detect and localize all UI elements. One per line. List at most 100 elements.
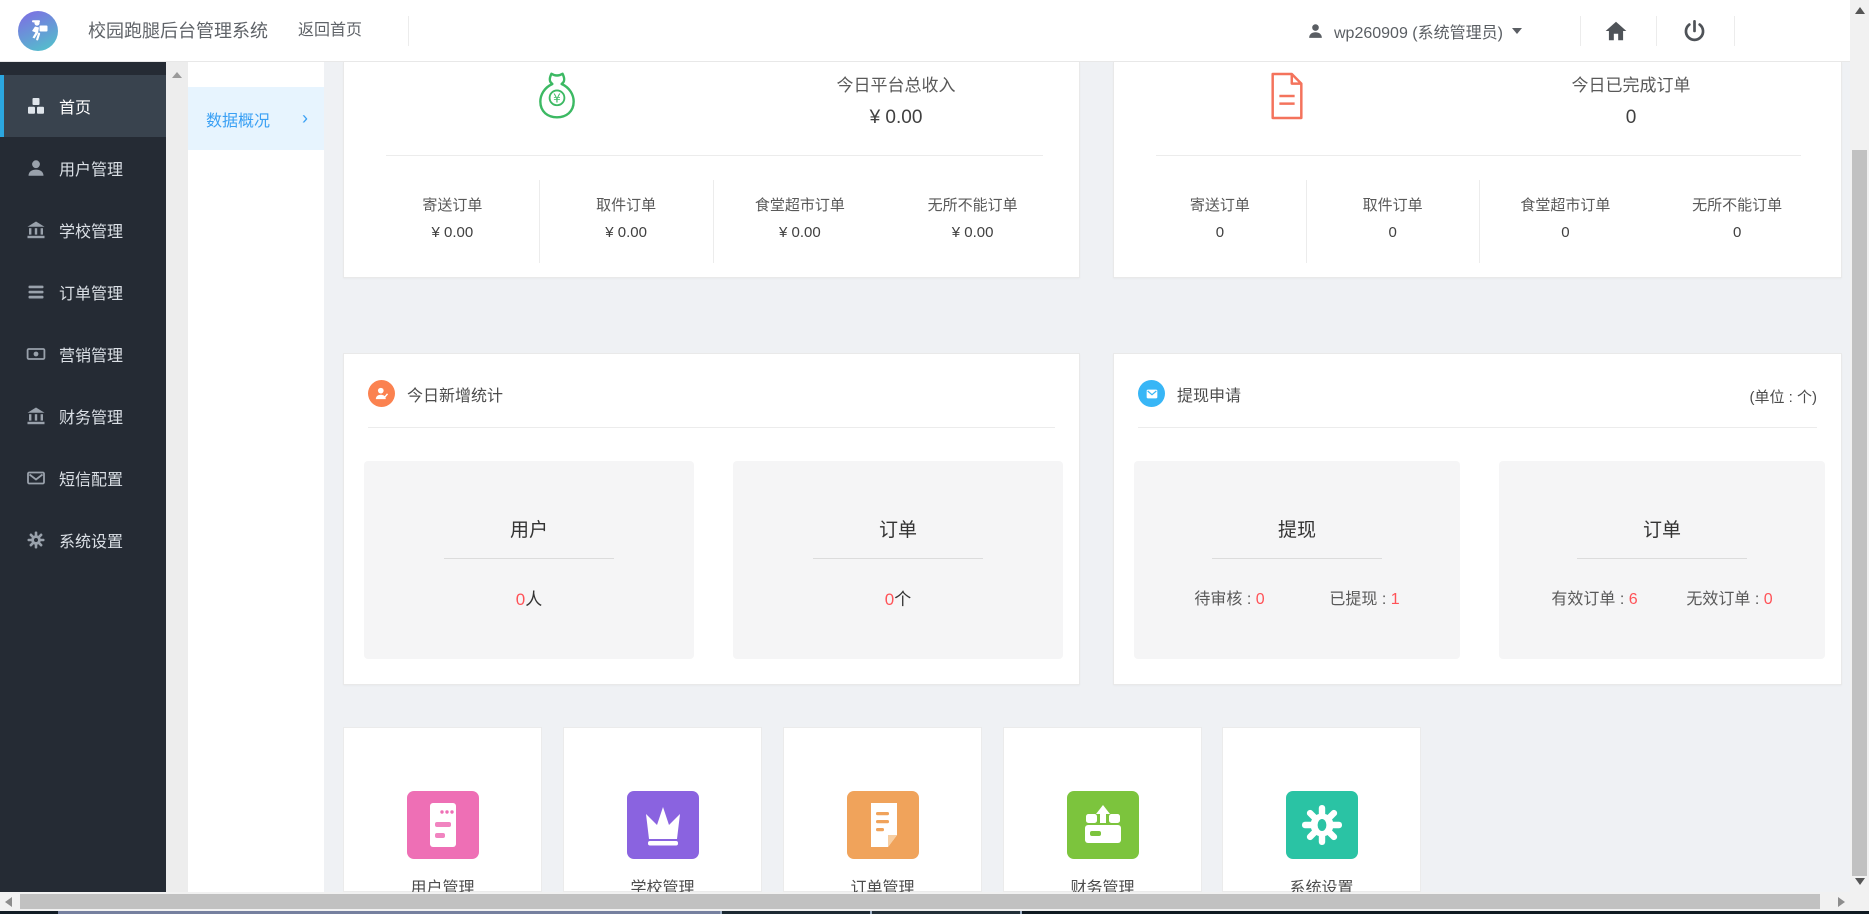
sidebar-item-label: 订单管理 — [59, 286, 124, 303]
stat-label: 无所不能订单 — [1692, 197, 1783, 214]
horizontal-scrollbar[interactable] — [0, 892, 1850, 911]
home-icon — [1605, 21, 1627, 41]
order-type-columns: 寄送订单 0 取件订单 0 食堂超市订单 0 无所不能订单 0 — [1134, 180, 1823, 263]
card-title: 今日新增统计 — [407, 387, 504, 405]
stat-value: 6 — [1628, 591, 1638, 608]
sidebar-item-label: 财务管理 — [59, 410, 124, 427]
sidebar-item-sms[interactable]: 短信配置 — [0, 447, 166, 509]
unit-note: (单位 : 个) — [1749, 389, 1818, 406]
stat-column: 无所不能订单 0 — [1651, 180, 1823, 263]
income-overview-card: ¥ 今日平台总收入 ¥ 0.00 寄送订单 ¥ 0.00 取件订单 ¥ 0.00… — [343, 62, 1080, 278]
stat-value: ¥ 0.00 — [431, 224, 474, 241]
shortcut-users[interactable]: 用户管理 — [343, 727, 542, 897]
stat-pair: 已提现 : 1 — [1329, 585, 1399, 609]
stat-column: 寄送订单 0 — [1134, 180, 1307, 263]
stat-column: 取件订单 0 — [1307, 180, 1480, 263]
sidebar-item-label: 短信配置 — [59, 472, 124, 489]
main-sidebar: 首页 用户管理 学校管理 订单管理 营销管理 财务管理 短信配置 系统设置 — [0, 62, 166, 892]
shortcut-schools[interactable]: 学校管理 — [563, 727, 762, 897]
secondary-menu: 数据概况 › — [188, 62, 324, 892]
stat-column: 寄送订单 ¥ 0.00 — [366, 180, 540, 263]
stat-label: 寄送订单 — [422, 197, 483, 214]
stat-label: 取件订单 — [1362, 197, 1423, 214]
stat-box-users: 用户 0人 — [364, 461, 694, 659]
sidebar-scrollbar[interactable] — [166, 62, 188, 892]
scroll-down-arrow-icon[interactable] — [1854, 878, 1865, 885]
wallet-icon — [1067, 791, 1139, 859]
submenu-item-data-overview[interactable]: 数据概况 › — [188, 87, 324, 150]
logout-button[interactable] — [1672, 0, 1716, 62]
svg-text:¥: ¥ — [553, 91, 561, 105]
stat-box-orders: 订单 0个 — [733, 461, 1063, 659]
stat-column: 无所不能订单 ¥ 0.00 — [886, 180, 1059, 263]
header-divider — [1580, 16, 1581, 46]
scroll-right-arrow-icon[interactable] — [1838, 896, 1845, 907]
sidebar-item-label: 学校管理 — [59, 224, 124, 241]
username-label: wp260909 (系统管理员) — [1334, 25, 1503, 42]
user-menu[interactable]: wp260909 (系统管理员) — [1306, 0, 1522, 62]
stat-label: 食堂超市订单 — [1520, 197, 1611, 214]
user-icon — [1309, 23, 1322, 38]
box-value: 0人 — [364, 585, 694, 610]
stat-value: 1 — [1390, 591, 1400, 608]
scroll-up-arrow-icon[interactable] — [172, 72, 182, 78]
sidebar-item-home[interactable]: 首页 — [0, 75, 166, 137]
user-icon — [26, 158, 46, 178]
shortcut-settings[interactable]: 系统设置 — [1222, 727, 1421, 897]
person-check-icon — [368, 380, 395, 407]
stat-label: 无效订单 : — [1686, 591, 1764, 608]
divider — [813, 558, 983, 559]
bank-icon — [26, 220, 46, 240]
box-title: 订单 — [878, 520, 917, 541]
stat-value: ¥ 0.00 — [951, 224, 994, 241]
stat-pair: 无效订单 : 0 — [1686, 585, 1772, 609]
vertical-scrollbar[interactable] — [1850, 0, 1869, 892]
sidebar-item-settings[interactable]: 系统设置 — [0, 509, 166, 571]
stat-value: 0 — [1388, 224, 1397, 241]
envelope-icon — [1138, 380, 1165, 407]
box-value: 0个 — [733, 585, 1063, 610]
divider — [368, 427, 1055, 428]
sidebar-item-label: 系统设置 — [59, 534, 124, 551]
card-title: 今日平台总收入 — [836, 76, 956, 95]
stat-value: ¥ 0.00 — [779, 224, 821, 241]
scroll-left-arrow-icon[interactable] — [5, 896, 12, 907]
stat-column: 食堂超市订单 0 — [1480, 180, 1652, 263]
stat-label: 无所不能订单 — [927, 197, 1018, 214]
stat-value: 0 — [1255, 591, 1265, 608]
home-button[interactable] — [1594, 0, 1638, 62]
submenu-item-label: 数据概况 — [206, 112, 271, 130]
divider — [444, 558, 614, 559]
sidebar-item-orders[interactable]: 订单管理 — [0, 261, 166, 323]
card-value: ¥ 0.00 — [869, 107, 923, 128]
shortcut-orders[interactable]: 订单管理 — [783, 727, 982, 897]
shortcut-finance[interactable]: 财务管理 — [1003, 727, 1202, 897]
stat-value: 0 — [1763, 591, 1773, 608]
sidebar-item-marketing[interactable]: 营销管理 — [0, 323, 166, 385]
sidebar-item-users[interactable]: 用户管理 — [0, 137, 166, 199]
back-home-link[interactable]: 返回首页 — [298, 0, 362, 62]
sidebar-item-finance[interactable]: 财务管理 — [0, 385, 166, 447]
value-unit: 人 — [525, 590, 543, 609]
banknote-icon — [26, 344, 46, 364]
app-title: 校园跑腿后台管理系统 — [88, 21, 268, 41]
stat-label: 食堂超市订单 — [754, 197, 845, 214]
header-divider — [1656, 16, 1657, 46]
vertical-scrollbar-thumb[interactable] — [1852, 150, 1867, 876]
horizontal-scrollbar-thumb[interactable] — [20, 894, 1820, 909]
document-icon — [1271, 72, 1303, 120]
stat-label: 待审核 : — [1194, 591, 1256, 608]
scroll-up-arrow-icon[interactable] — [1854, 7, 1865, 14]
card-title: 提现申请 — [1177, 387, 1242, 405]
today-new-stats-card: 今日新增统计 用户 0人 订单 0个 — [343, 353, 1080, 685]
stat-label: 寄送订单 — [1189, 197, 1250, 214]
sidebar-item-schools[interactable]: 学校管理 — [0, 199, 166, 261]
withdraw-requests-card: 提现申请 (单位 : 个) 提现 待审核 : 0 已提现 : 1 订单 有效订单… — [1113, 353, 1842, 685]
user-card-icon — [407, 791, 479, 859]
gear-icon — [1286, 791, 1358, 859]
dashboard-page: 校园跑腿后台管理系统 返回首页 wp260909 (系统管理员) 首页 用户管理… — [0, 0, 1869, 914]
stat-label: 已提现 : — [1329, 591, 1391, 608]
stat-label: 有效订单 : — [1551, 591, 1629, 608]
divider — [386, 155, 1043, 156]
stat-pair: 待审核 : 0 — [1194, 585, 1264, 609]
